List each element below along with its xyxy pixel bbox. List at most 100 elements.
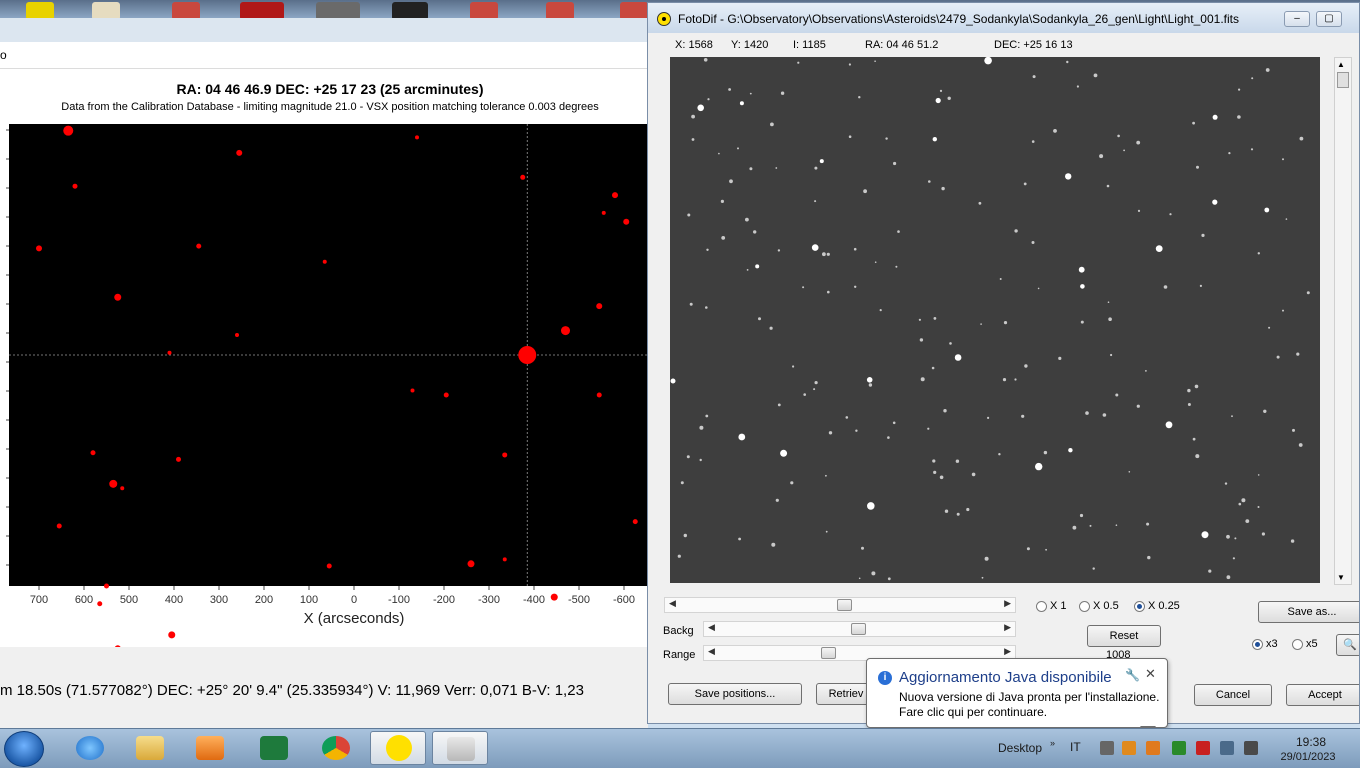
star-marker[interactable] — [104, 583, 109, 589]
image-horizontal-scrollbar[interactable]: ◀ ▶ — [664, 597, 1016, 613]
scroll-down-icon[interactable]: ▼ — [1337, 573, 1345, 582]
star-marker[interactable] — [596, 303, 603, 310]
accept-button[interactable]: Accept — [1286, 684, 1359, 706]
star-marker[interactable] — [623, 218, 630, 225]
star-marker[interactable] — [109, 479, 118, 488]
star-marker[interactable] — [550, 593, 558, 601]
desktop-toolbar-label[interactable]: Desktop — [998, 741, 1042, 755]
close-icon[interactable]: ✕ — [1145, 666, 1156, 682]
star-marker[interactable] — [502, 557, 507, 562]
volume-icon[interactable] — [1244, 741, 1258, 755]
taskbar-chrome-button[interactable] — [308, 731, 364, 765]
desktop-shortcut-icon[interactable] — [92, 2, 120, 18]
magnifier-button[interactable]: 🔍 — [1336, 634, 1359, 656]
desktop-shortcut-icon[interactable] — [620, 2, 648, 18]
star-marker[interactable] — [56, 523, 62, 529]
taskbar-ie-button[interactable] — [62, 731, 118, 765]
star-marker[interactable] — [410, 388, 415, 393]
backg-slider[interactable]: ◀ ▶ — [703, 621, 1016, 637]
desktop-shortcut-icon[interactable] — [470, 2, 498, 18]
signal-icon[interactable] — [1220, 741, 1234, 755]
mult-x3-radio[interactable] — [1252, 639, 1263, 650]
wifi-icon[interactable] — [1122, 741, 1136, 755]
scroll-up-icon[interactable]: ▲ — [1337, 60, 1345, 69]
mult-x5-radio[interactable] — [1292, 639, 1303, 650]
window-titlebar[interactable]: FotoDif - G:\Observatory\Observations\As… — [648, 3, 1359, 33]
star-marker[interactable] — [415, 135, 419, 140]
star-marker[interactable] — [63, 125, 74, 136]
taskbar-excel-button[interactable] — [246, 731, 302, 765]
java-update-notification[interactable]: i Aggiornamento Java disponibile 🔧 ✕ Nuo… — [866, 658, 1168, 728]
star-marker[interactable] — [326, 563, 332, 569]
action-center-icon[interactable] — [1196, 741, 1210, 755]
taskbar-java-button[interactable] — [432, 731, 488, 765]
star-marker[interactable] — [632, 519, 638, 525]
scroll-left-icon[interactable]: ◀ — [669, 598, 676, 609]
desktop-shortcut-icon[interactable] — [26, 2, 54, 18]
star-marker[interactable] — [612, 192, 618, 199]
star-marker[interactable] — [467, 560, 475, 568]
scroll-left-icon[interactable]: ◀ — [708, 622, 715, 633]
scroll-thumb[interactable] — [1337, 72, 1349, 88]
star-marker[interactable] — [196, 243, 202, 249]
desktop-shortcut-icon[interactable] — [316, 2, 360, 18]
desktop-shortcut-icon[interactable] — [392, 2, 428, 18]
desktop-shortcut-icon[interactable] — [240, 2, 284, 18]
scroll-thumb[interactable] — [837, 599, 852, 611]
star-marker[interactable] — [443, 392, 449, 398]
toolbar-chevron-icon[interactable]: » — [1050, 738, 1055, 748]
scroll-right-icon[interactable]: ▶ — [1004, 622, 1011, 633]
star-marker[interactable] — [72, 183, 78, 189]
taskbar-media-button[interactable] — [182, 731, 238, 765]
star-marker[interactable] — [120, 486, 125, 491]
star-marker[interactable] — [601, 210, 606, 215]
star-marker[interactable] — [176, 456, 181, 462]
plot-background[interactable] — [9, 124, 648, 586]
range-slider-thumb[interactable] — [821, 647, 836, 659]
star-marker[interactable] — [596, 392, 602, 398]
star-marker[interactable] — [114, 293, 122, 301]
star-marker[interactable] — [561, 326, 570, 336]
security-icon[interactable] — [1172, 741, 1186, 755]
star-marker[interactable] — [36, 245, 42, 252]
star-marker[interactable] — [114, 645, 121, 647]
network-disconnected-icon[interactable] — [1100, 741, 1114, 755]
star-marker[interactable] — [97, 601, 103, 607]
cancel-button[interactable]: Cancel — [1194, 684, 1272, 706]
scroll-right-icon[interactable]: ▶ — [1004, 598, 1011, 609]
language-indicator[interactable]: IT — [1070, 740, 1081, 754]
scroll-right-icon[interactable]: ▶ — [1004, 646, 1011, 657]
menu-item-fragment[interactable]: o — [0, 48, 7, 62]
backg-slider-thumb[interactable] — [851, 623, 867, 635]
start-button[interactable] — [4, 731, 44, 767]
save-as-button[interactable]: Save as... — [1258, 601, 1359, 623]
star-marker[interactable] — [322, 259, 327, 264]
star-marker[interactable] — [90, 450, 96, 456]
fits-image-view[interactable] — [670, 57, 1320, 583]
star-chart-plot[interactable]: 700 600 500 400 300 200 100 0 -100 -200 -300 -400 -5… — [0, 124, 648, 647]
star-marker[interactable] — [235, 333, 239, 338]
desktop-shortcut-icon[interactable] — [172, 2, 200, 18]
star-marker[interactable] — [167, 350, 172, 355]
zoom-x1-radio[interactable] — [1036, 601, 1047, 612]
scroll-left-icon[interactable]: ◀ — [708, 646, 715, 657]
clock-time[interactable]: 19:38 — [1276, 735, 1346, 749]
save-positions-button[interactable]: Save positions... — [668, 683, 802, 705]
java-update-tray-icon[interactable] — [1146, 741, 1160, 755]
star-marker[interactable] — [520, 174, 526, 180]
minimize-button[interactable]: ‒ — [1284, 11, 1310, 27]
star-marker[interactable] — [518, 346, 537, 364]
zoom-x025-radio[interactable] — [1134, 601, 1145, 612]
zoom-x05-radio[interactable] — [1079, 601, 1090, 612]
star-marker[interactable] — [168, 631, 176, 639]
star-marker[interactable] — [502, 452, 508, 458]
star-marker[interactable] — [236, 149, 243, 156]
maximize-button[interactable]: ▢ — [1316, 11, 1342, 27]
taskbar-fotodif-button[interactable] — [370, 731, 426, 765]
image-vertical-scrollbar[interactable]: ▲ ▼ — [1334, 57, 1352, 585]
desktop-shortcut-icon[interactable] — [546, 2, 574, 18]
clock-date[interactable]: 29/01/2023 — [1268, 751, 1348, 763]
settings-wrench-icon[interactable]: 🔧 — [1125, 668, 1140, 682]
taskbar-explorer-button[interactable] — [122, 731, 178, 765]
reset-button[interactable]: Reset — [1087, 625, 1161, 647]
